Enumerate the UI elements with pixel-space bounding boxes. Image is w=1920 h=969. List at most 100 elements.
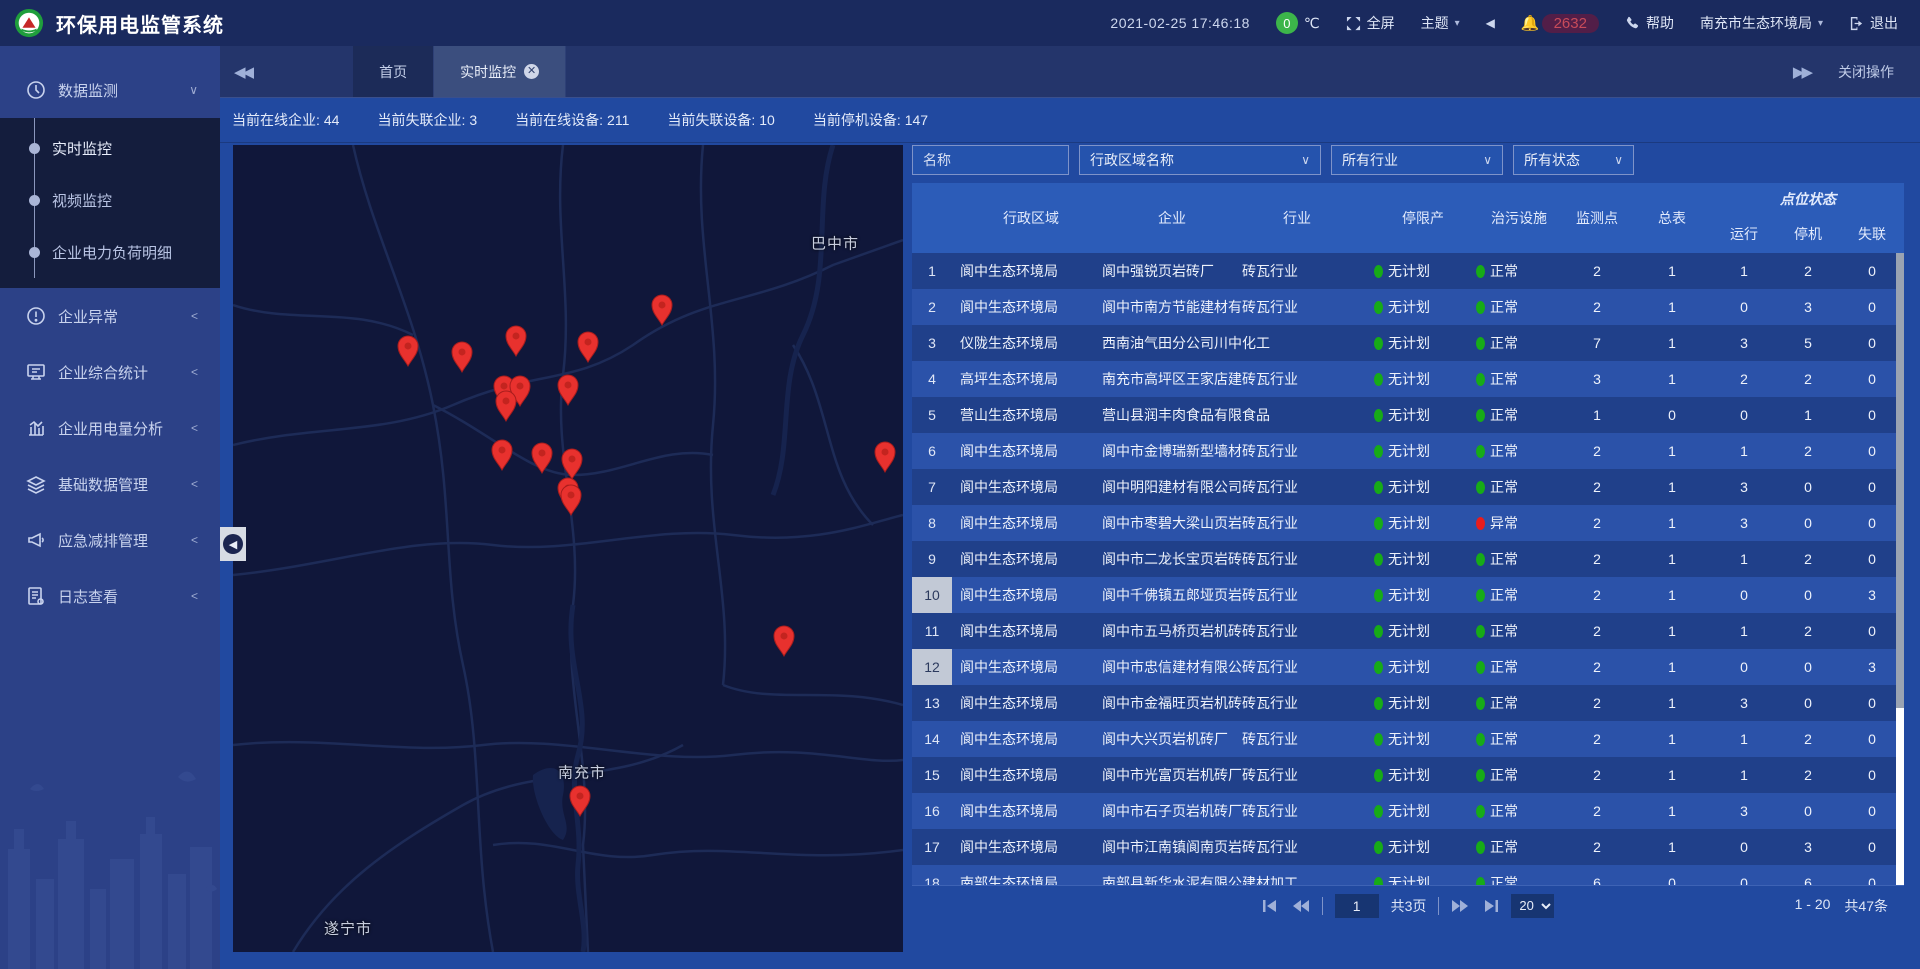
map-collapse-handle[interactable]: ◀	[220, 527, 246, 561]
map-pin-icon[interactable]	[450, 341, 474, 373]
table-row[interactable]: 8阆中生态环境局阆中市枣碧大梁山页岩砖瓦行业无计划异常21300	[912, 505, 1904, 541]
table-row[interactable]: 5营山生态环境局营山县润丰肉食品有限食品无计划正常10010	[912, 397, 1904, 433]
table-row[interactable]: 1阆中生态环境局阆中强锐页岩砖厂砖瓦行业无计划正常21120	[912, 253, 1904, 289]
column-header-治污设施[interactable]: 治污设施	[1472, 183, 1562, 253]
prev-page-button[interactable]	[1292, 899, 1310, 913]
tab-close-icon[interactable]: ✕	[524, 64, 539, 79]
industry-select[interactable]: 所有行业∨	[1331, 145, 1503, 175]
status-dot-icon	[1476, 445, 1485, 458]
column-header-总表[interactable]: 总表	[1632, 183, 1712, 253]
table-row[interactable]: 13阆中生态环境局阆中市金福旺页岩机砖砖瓦行业无计划正常21300	[912, 685, 1904, 721]
scrollbar-thumb[interactable]	[1896, 253, 1904, 708]
status-select[interactable]: 所有状态∨	[1513, 145, 1634, 175]
map-pin-icon[interactable]	[490, 439, 514, 471]
cell-running: 1	[1712, 757, 1776, 793]
column-header-企业[interactable]: 企业	[1102, 183, 1242, 253]
table-row[interactable]: 6阆中生态环境局阆中市金博瑞新型墙材砖瓦行业无计划正常21120	[912, 433, 1904, 469]
help-button[interactable]: 帮助	[1625, 13, 1674, 33]
tab-首页[interactable]: 首页	[353, 46, 434, 97]
map-pin-icon[interactable]	[530, 442, 554, 474]
map-pin-icon[interactable]	[494, 390, 518, 422]
status-dot-icon	[1476, 481, 1485, 494]
region-select[interactable]: 行政区域名称∨	[1079, 145, 1321, 175]
org-dropdown[interactable]: 南充市生态环境局▾	[1700, 13, 1823, 33]
map-pin-icon[interactable]	[576, 331, 600, 363]
sidebar-subitem-实时监控[interactable]: 实时监控	[0, 122, 220, 174]
map-pin-icon[interactable]	[650, 294, 674, 326]
cell-index: 9	[912, 541, 952, 577]
table-row[interactable]: 16阆中生态环境局阆中市石子页岩机砖厂砖瓦行业无计划正常21300	[912, 793, 1904, 829]
sidebar-item-label: 基础数据管理	[58, 474, 148, 495]
first-page-button[interactable]	[1262, 899, 1280, 913]
mute-button[interactable]: ◀	[1486, 16, 1495, 30]
map-pin-icon[interactable]	[568, 785, 592, 817]
cell-region: 阆中生态环境局	[952, 721, 1102, 757]
table-row[interactable]: 17阆中生态环境局阆中市江南镇阆南页岩砖瓦行业无计划正常21030	[912, 829, 1904, 865]
map-pin-icon[interactable]	[396, 335, 420, 367]
cell-lost: 0	[1840, 469, 1904, 505]
logout-icon	[1849, 16, 1864, 31]
status-dot-icon	[1374, 661, 1383, 674]
cell-monitor-points: 2	[1562, 433, 1632, 469]
tab-实时监控[interactable]: 实时监控✕	[434, 46, 566, 97]
sidebar-item-企业异常[interactable]: 企业异常<	[0, 288, 220, 344]
column-header-行业[interactable]: 行业	[1242, 183, 1352, 253]
map-pin-icon[interactable]	[560, 448, 584, 480]
column-header-停机[interactable]: 停机	[1776, 215, 1840, 253]
table-row[interactable]: 9阆中生态环境局阆中市二龙长宝页岩砖砖瓦行业无计划正常21120	[912, 541, 1904, 577]
map-pin-icon[interactable]	[559, 484, 583, 516]
column-header-运行[interactable]: 运行	[1712, 215, 1776, 253]
page-size-select[interactable]: 20	[1511, 894, 1554, 918]
sidebar-item-企业用电量分析[interactable]: 企业用电量分析<	[0, 400, 220, 456]
table-row[interactable]: 3仪陇生态环境局西南油气田分公司川中化工无计划正常71350	[912, 325, 1904, 361]
column-header-行政区域[interactable]: 行政区域	[952, 183, 1102, 253]
column-header-停限产[interactable]: 停限产	[1352, 183, 1472, 253]
sidebar-subitem-视频监控[interactable]: 视频监控	[0, 174, 220, 226]
fullscreen-button[interactable]: 全屏	[1346, 13, 1395, 33]
table-row[interactable]: 10阆中生态环境局阆中千佛镇五郎垭页岩砖瓦行业无计划正常21003	[912, 577, 1904, 613]
cell-limit-production: 无计划	[1352, 541, 1472, 577]
tabs-scroll-left-button[interactable]: ◀◀	[220, 63, 265, 81]
sidebar-item-企业综合统计[interactable]: 企业综合统计<	[0, 344, 220, 400]
column-header-监测点[interactable]: 监测点	[1562, 183, 1632, 253]
close-operations-button[interactable]: 关闭操作	[1838, 62, 1894, 82]
sidebar-item-数据监测[interactable]: 数据监测∨	[0, 62, 220, 118]
sidebar-item-日志查看[interactable]: 日志查看<	[0, 568, 220, 624]
map-pin-icon[interactable]	[873, 441, 897, 473]
cell-running: 0	[1712, 397, 1776, 433]
table-row[interactable]: 7阆中生态环境局阆中明阳建材有限公司砖瓦行业无计划正常21300	[912, 469, 1904, 505]
cell-running: 0	[1712, 829, 1776, 865]
sidebar-subitem-企业电力负荷明细[interactable]: 企业电力负荷明细	[0, 226, 220, 278]
cell-limit-production: 无计划	[1352, 649, 1472, 685]
column-header-失联[interactable]: 失联	[1840, 215, 1904, 253]
map-pin-icon[interactable]	[556, 374, 580, 406]
theme-dropdown[interactable]: 主题▾	[1421, 13, 1460, 33]
table-row[interactable]: 4高坪生态环境局南充市高坪区王家店建砖瓦行业无计划正常31220	[912, 361, 1904, 397]
table-row[interactable]: 18南部生态环境局南部县新华水泥有限公建材加工无计划正常60060	[912, 865, 1904, 885]
table-row[interactable]: 12阆中生态环境局阆中市忠信建材有限公砖瓦行业无计划正常21003	[912, 649, 1904, 685]
sidebar-item-基础数据管理[interactable]: 基础数据管理<	[0, 456, 220, 512]
next-page-button[interactable]	[1451, 899, 1469, 913]
map-panel[interactable]: 巴中市南充市遂宁市 ◀	[233, 145, 903, 952]
status-dot-icon	[1374, 517, 1383, 530]
map-pin-icon[interactable]	[504, 325, 528, 357]
notification-button[interactable]: 🔔 2632	[1521, 14, 1599, 33]
map-pin-icon[interactable]	[772, 625, 796, 657]
tabs-scroll-right-button[interactable]: ▶▶	[1793, 63, 1810, 81]
table-row[interactable]: 15阆中生态环境局阆中市光富页岩机砖厂砖瓦行业无计划正常21120	[912, 757, 1904, 793]
logout-button[interactable]: 退出	[1849, 13, 1898, 33]
cell-stopped: 6	[1776, 865, 1840, 885]
page-number-input[interactable]	[1335, 894, 1379, 918]
cell-total-meters: 1	[1632, 793, 1712, 829]
name-search-input[interactable]	[912, 145, 1069, 175]
cell-running: 3	[1712, 325, 1776, 361]
table-row[interactable]: 14阆中生态环境局阆中大兴页岩机砖厂砖瓦行业无计划正常21120	[912, 721, 1904, 757]
last-page-button[interactable]	[1481, 899, 1499, 913]
sidebar-item-应急减排管理[interactable]: 应急减排管理<	[0, 512, 220, 568]
table-row[interactable]: 2阆中生态环境局阆中市南方节能建材有砖瓦行业无计划正常21030	[912, 289, 1904, 325]
chevron-left-icon: <	[191, 421, 198, 435]
cell-region: 阆中生态环境局	[952, 505, 1102, 541]
table-scrollbar[interactable]	[1896, 253, 1904, 885]
cell-region: 阆中生态环境局	[952, 469, 1102, 505]
table-row[interactable]: 11阆中生态环境局阆中市五马桥页岩机砖砖瓦行业无计划正常21120	[912, 613, 1904, 649]
